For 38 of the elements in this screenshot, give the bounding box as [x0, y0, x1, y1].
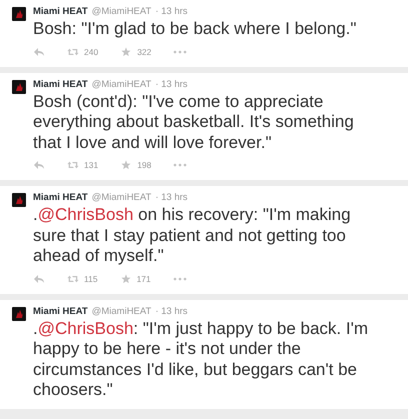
more-icon[interactable] — [172, 276, 187, 280]
tweet-time[interactable]: · 13 hrs — [155, 6, 188, 17]
account-name[interactable]: Miami HEAT — [33, 192, 88, 203]
account-name[interactable]: Miami HEAT — [33, 78, 88, 90]
tweet-text: Bosh: "I'm glad to be back where I belong." — [33, 19, 358, 40]
more-icon[interactable] — [173, 163, 188, 167]
account-name[interactable]: Miami HEAT — [33, 6, 88, 17]
star-icon[interactable] — [120, 274, 132, 284]
account-handle: @MiamiHEAT — [92, 6, 152, 17]
retweet-icon[interactable] — [67, 274, 79, 284]
tweet-time[interactable]: · 13 hrs — [155, 306, 188, 316]
tweet-text: .@ChrisBosh: "I'm just happy to be back. I'm happy to be here - it's not under the circumstances I'd like, but beggars can't be choosers." — [33, 318, 369, 400]
reply-icon[interactable] — [33, 274, 45, 284]
tweet-time[interactable]: · 13 hrs — [155, 78, 188, 90]
retweet-count: 115 — [84, 274, 98, 284]
tweet-time[interactable]: · 13 hrs — [155, 192, 188, 203]
account-name[interactable]: Miami HEAT — [33, 306, 88, 316]
favorite-count: 171 — [136, 274, 151, 284]
account-handle: @MiamiHEAT — [92, 78, 152, 90]
mention-link[interactable]: @ChrisBosh — [38, 205, 134, 224]
account-handle: @MiamiHEAT — [92, 192, 152, 203]
tweet-text: .@ChrisBosh on his recovery: "I'm making sure that I stay patient and not getting too ahead of myself." — [33, 205, 352, 266]
retweet-icon[interactable] — [67, 46, 79, 56]
retweet-count: 131 — [84, 160, 98, 170]
avatar-icon[interactable] — [12, 306, 26, 320]
more-icon[interactable] — [173, 50, 188, 54]
account-handle: @MiamiHEAT — [92, 306, 152, 316]
tweet-text: Bosh (cont'd): "I've come to appreciate everything about basketball. It's something that I love and will love forever." — [33, 92, 355, 153]
favorite-count: 322 — [137, 46, 152, 56]
star-icon[interactable] — [120, 46, 132, 56]
favorite-count: 198 — [137, 160, 152, 170]
mention-link[interactable]: @ChrisBosh — [38, 318, 134, 338]
reply-icon[interactable] — [33, 160, 45, 170]
avatar-icon[interactable] — [12, 80, 26, 94]
retweet-icon[interactable] — [67, 160, 79, 170]
star-icon[interactable] — [120, 160, 132, 170]
reply-icon[interactable] — [33, 46, 45, 56]
retweet-count: 240 — [84, 46, 98, 56]
